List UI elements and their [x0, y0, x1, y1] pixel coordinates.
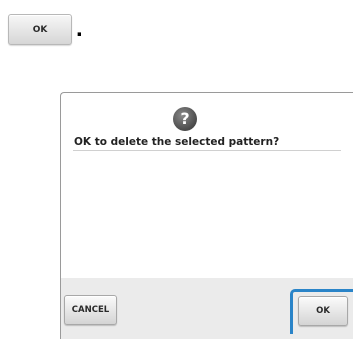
cancel-button[interactable]: CANCEL	[64, 295, 117, 325]
sentence-period: .	[76, 15, 83, 42]
sample-ok-button[interactable]: OK	[8, 14, 72, 45]
ok-button[interactable]: OK	[298, 296, 348, 326]
dialog-message: OK to delete the selected pattern?	[74, 136, 280, 148]
delete-confirm-dialog: ? OK to delete the selected pattern? CAN…	[60, 92, 353, 339]
question-icon: ?	[173, 107, 197, 131]
message-divider	[73, 150, 341, 151]
